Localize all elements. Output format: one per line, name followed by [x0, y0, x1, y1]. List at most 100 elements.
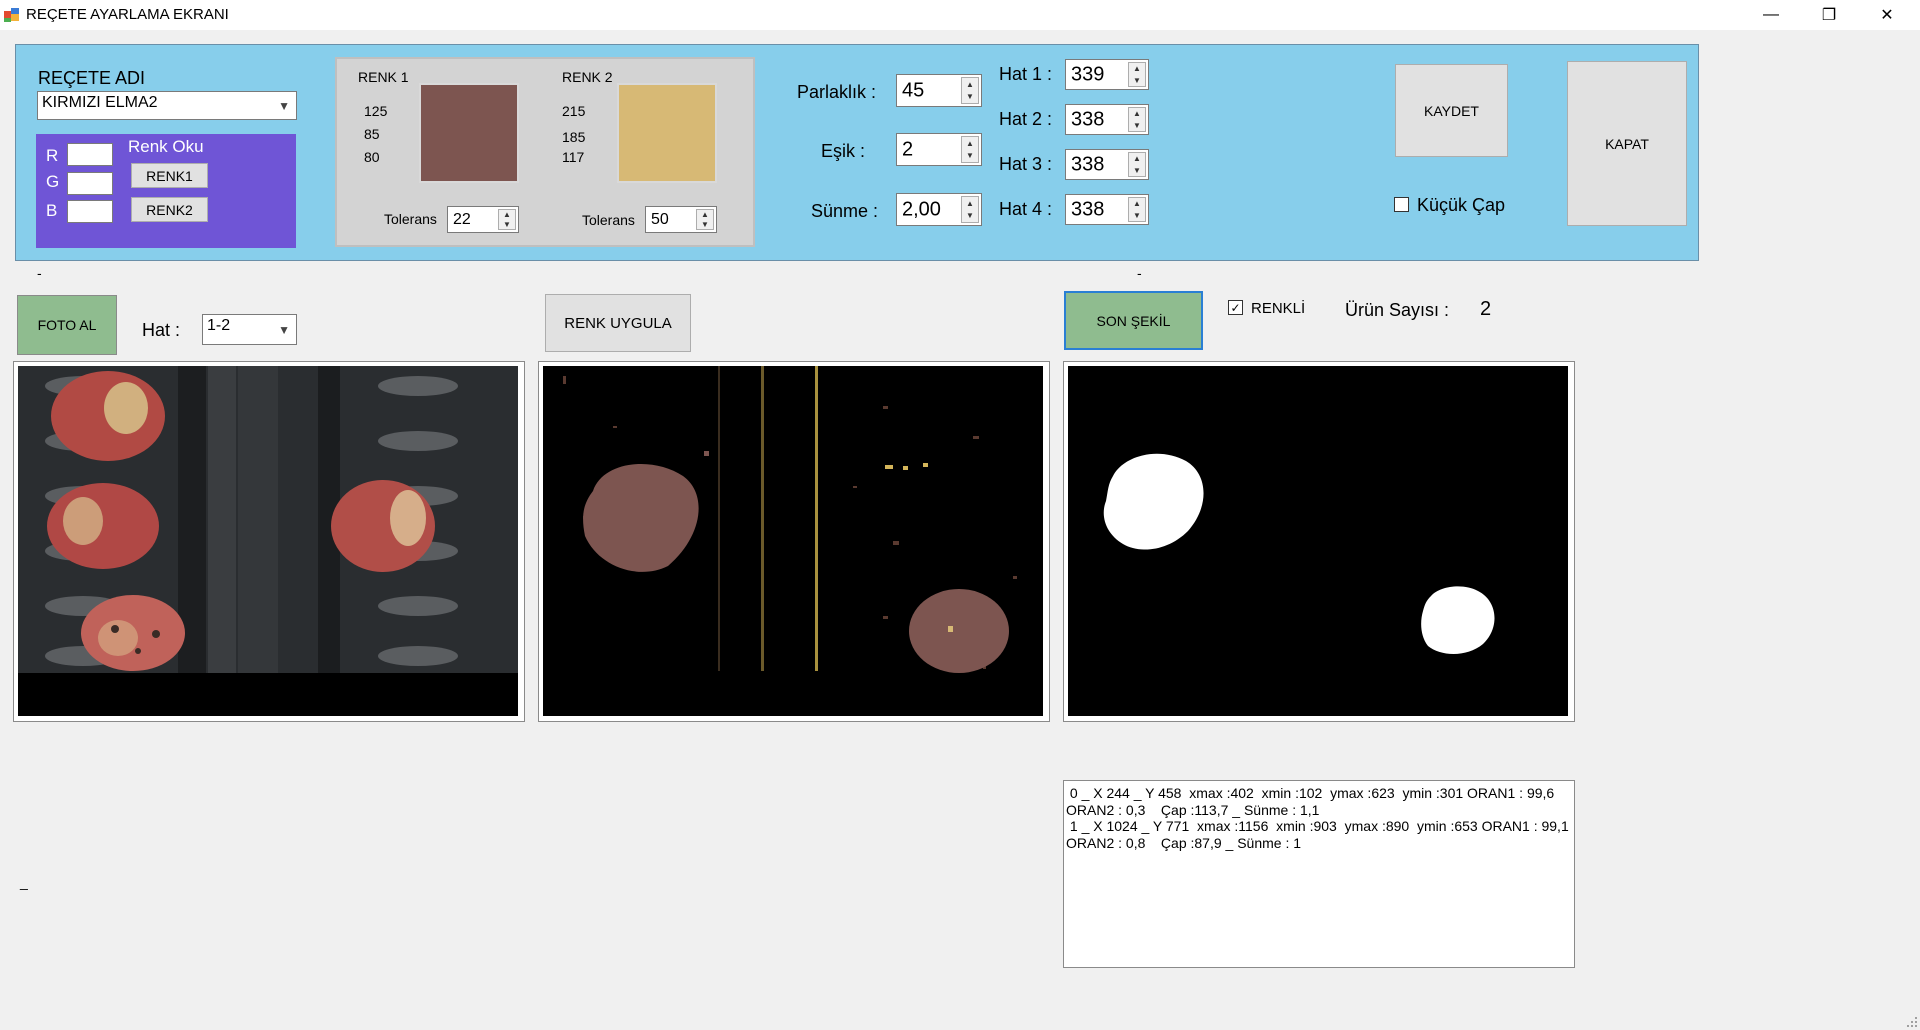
- hat2-stepper[interactable]: 338 ▲ ▼: [1065, 104, 1149, 135]
- renk1-label: RENK 1: [358, 69, 409, 85]
- product-count-label: Ürün Sayısı :: [1345, 300, 1450, 320]
- renk2-tolerance-value: 50: [651, 210, 669, 228]
- spin-up-icon[interactable]: ▲: [962, 78, 978, 91]
- b-input[interactable]: [67, 200, 113, 223]
- title-bar: [0, 0, 1920, 30]
- results-textbox[interactable]: 0 _ X 244 _ Y 458 xmax :402 xmin :102 ym…: [1063, 780, 1575, 968]
- recipe-select[interactable]: KIRMIZI ELMA2 ▼: [37, 91, 297, 120]
- spin-up-icon[interactable]: ▲: [1129, 198, 1145, 210]
- spin-down-icon[interactable]: ▼: [962, 210, 978, 223]
- spin-down-icon[interactable]: ▼: [1129, 165, 1145, 177]
- hat1-label: Hat 1 :: [999, 64, 1053, 84]
- maximize-button[interactable]: ❐: [1800, 0, 1858, 30]
- renk2-read-label: RENK2: [146, 201, 193, 218]
- foto-al-label: FOTO AL: [37, 317, 97, 333]
- foto-al-button[interactable]: FOTO AL: [17, 295, 117, 355]
- close-window-button[interactable]: ✕: [1858, 0, 1916, 30]
- renk1-tolerance-stepper[interactable]: 22 ▲ ▼: [447, 206, 519, 233]
- spin-down-icon[interactable]: ▼: [1129, 75, 1145, 87]
- kaydet-label: KAYDET: [1424, 102, 1479, 119]
- renk1-read-button[interactable]: RENK1: [131, 163, 208, 188]
- son-sekil-button[interactable]: SON ŞEKİL: [1064, 291, 1203, 350]
- renk2-g-value: 185: [562, 129, 586, 145]
- renk1-tolerance-value: 22: [453, 210, 471, 228]
- renk2-swatch: [617, 83, 717, 183]
- sunme-stepper[interactable]: 2,00 ▲ ▼: [896, 193, 982, 226]
- hat1-value: 339: [1071, 63, 1105, 85]
- spin-up-icon[interactable]: ▲: [1129, 108, 1145, 120]
- hat4-stepper[interactable]: 338 ▲ ▼: [1065, 194, 1149, 225]
- spin-down-icon[interactable]: ▼: [499, 220, 515, 230]
- kaydet-button[interactable]: KAYDET: [1395, 64, 1508, 157]
- renk1-b-value: 80: [364, 149, 380, 165]
- renk1-read-label: RENK1: [146, 167, 193, 184]
- minimize-button[interactable]: —: [1742, 0, 1800, 30]
- renkli-label: RENKLİ: [1251, 300, 1306, 317]
- renk2-r-value: 215: [562, 103, 586, 119]
- spin-down-icon[interactable]: ▼: [962, 150, 978, 163]
- parlaklik-stepper[interactable]: 45 ▲ ▼: [896, 74, 982, 107]
- spin-up-icon[interactable]: ▲: [962, 197, 978, 210]
- kucuk-cap-checkbox[interactable]: [1394, 197, 1409, 212]
- spin-down-icon[interactable]: ▼: [697, 220, 713, 230]
- minimize-icon: —: [1763, 6, 1779, 23]
- kucuk-cap-label: Küçük Çap: [1417, 195, 1506, 215]
- spin-up-icon[interactable]: ▲: [962, 137, 978, 150]
- check-icon: ✓: [1230, 300, 1241, 315]
- renk1-swatch: [419, 83, 519, 183]
- renk2-tolerance-label: Tolerans: [582, 212, 635, 228]
- hat1-stepper[interactable]: 339 ▲ ▼: [1065, 59, 1149, 90]
- resize-grip-icon[interactable]: [1906, 1016, 1918, 1028]
- esik-value: 2: [902, 138, 914, 160]
- recipe-selected-value: KIRMIZI ELMA2: [42, 94, 158, 111]
- b-label: B: [46, 201, 58, 220]
- renk2-label: RENK 2: [562, 69, 613, 85]
- color-mask-image: [543, 366, 1043, 716]
- renk2-read-button[interactable]: RENK2: [131, 197, 208, 222]
- chevron-down-icon[interactable]: ▼: [278, 99, 290, 113]
- r-input[interactable]: [67, 143, 113, 166]
- spin-up-icon[interactable]: ▲: [1129, 63, 1145, 75]
- parlaklik-label: Parlaklık :: [797, 82, 877, 102]
- dash-marker: -: [37, 265, 42, 281]
- hat4-label: Hat 4 :: [999, 199, 1053, 219]
- hat3-stepper[interactable]: 338 ▲ ▼: [1065, 149, 1149, 180]
- camera-image: [18, 366, 518, 716]
- renk2-b-value: 117: [562, 149, 585, 165]
- close-icon: ✕: [1880, 7, 1894, 24]
- restore-icon: ❐: [1821, 7, 1837, 24]
- renk2-tolerance-stepper[interactable]: 50 ▲ ▼: [645, 206, 717, 233]
- sunme-value: 2,00: [902, 198, 941, 220]
- spin-down-icon[interactable]: ▼: [1129, 210, 1145, 222]
- kapat-label: KAPAT: [1605, 135, 1649, 152]
- spin-down-icon[interactable]: ▼: [1129, 120, 1145, 132]
- hat4-value: 338: [1071, 198, 1105, 220]
- final-shape-image: [1068, 366, 1568, 716]
- dash-marker: -: [1137, 265, 1142, 281]
- renk1-tolerance-label: Tolerans: [384, 211, 437, 227]
- g-label: G: [46, 172, 60, 191]
- renk1-g-value: 85: [364, 126, 380, 142]
- chevron-down-icon[interactable]: ▼: [278, 323, 290, 337]
- esik-stepper[interactable]: 2 ▲ ▼: [896, 133, 982, 166]
- spin-up-icon[interactable]: ▲: [1129, 153, 1145, 165]
- g-input[interactable]: [67, 172, 113, 195]
- spin-up-icon[interactable]: ▲: [499, 210, 515, 220]
- hat2-label: Hat 2 :: [999, 109, 1053, 129]
- spin-up-icon[interactable]: ▲: [697, 210, 713, 220]
- dash-marker: _: [20, 874, 28, 890]
- hat-select[interactable]: 1-2 ▼: [202, 314, 297, 345]
- color-reader-title: Renk Oku: [128, 137, 204, 156]
- window-title: REÇETE AYARLAMA EKRANI: [26, 6, 229, 23]
- renkli-checkbox[interactable]: ✓: [1228, 300, 1243, 315]
- hat2-value: 338: [1071, 108, 1105, 130]
- recipe-label: REÇETE ADI: [38, 68, 146, 88]
- renk-uygula-button[interactable]: RENK UYGULA: [545, 294, 691, 352]
- parlaklik-value: 45: [902, 79, 925, 101]
- hat3-value: 338: [1071, 153, 1105, 175]
- renk-uygula-label: RENK UYGULA: [564, 314, 672, 332]
- product-count-value: 2: [1480, 298, 1492, 320]
- spin-down-icon[interactable]: ▼: [962, 91, 978, 104]
- kapat-button[interactable]: KAPAT: [1567, 61, 1687, 226]
- r-label: R: [46, 146, 59, 165]
